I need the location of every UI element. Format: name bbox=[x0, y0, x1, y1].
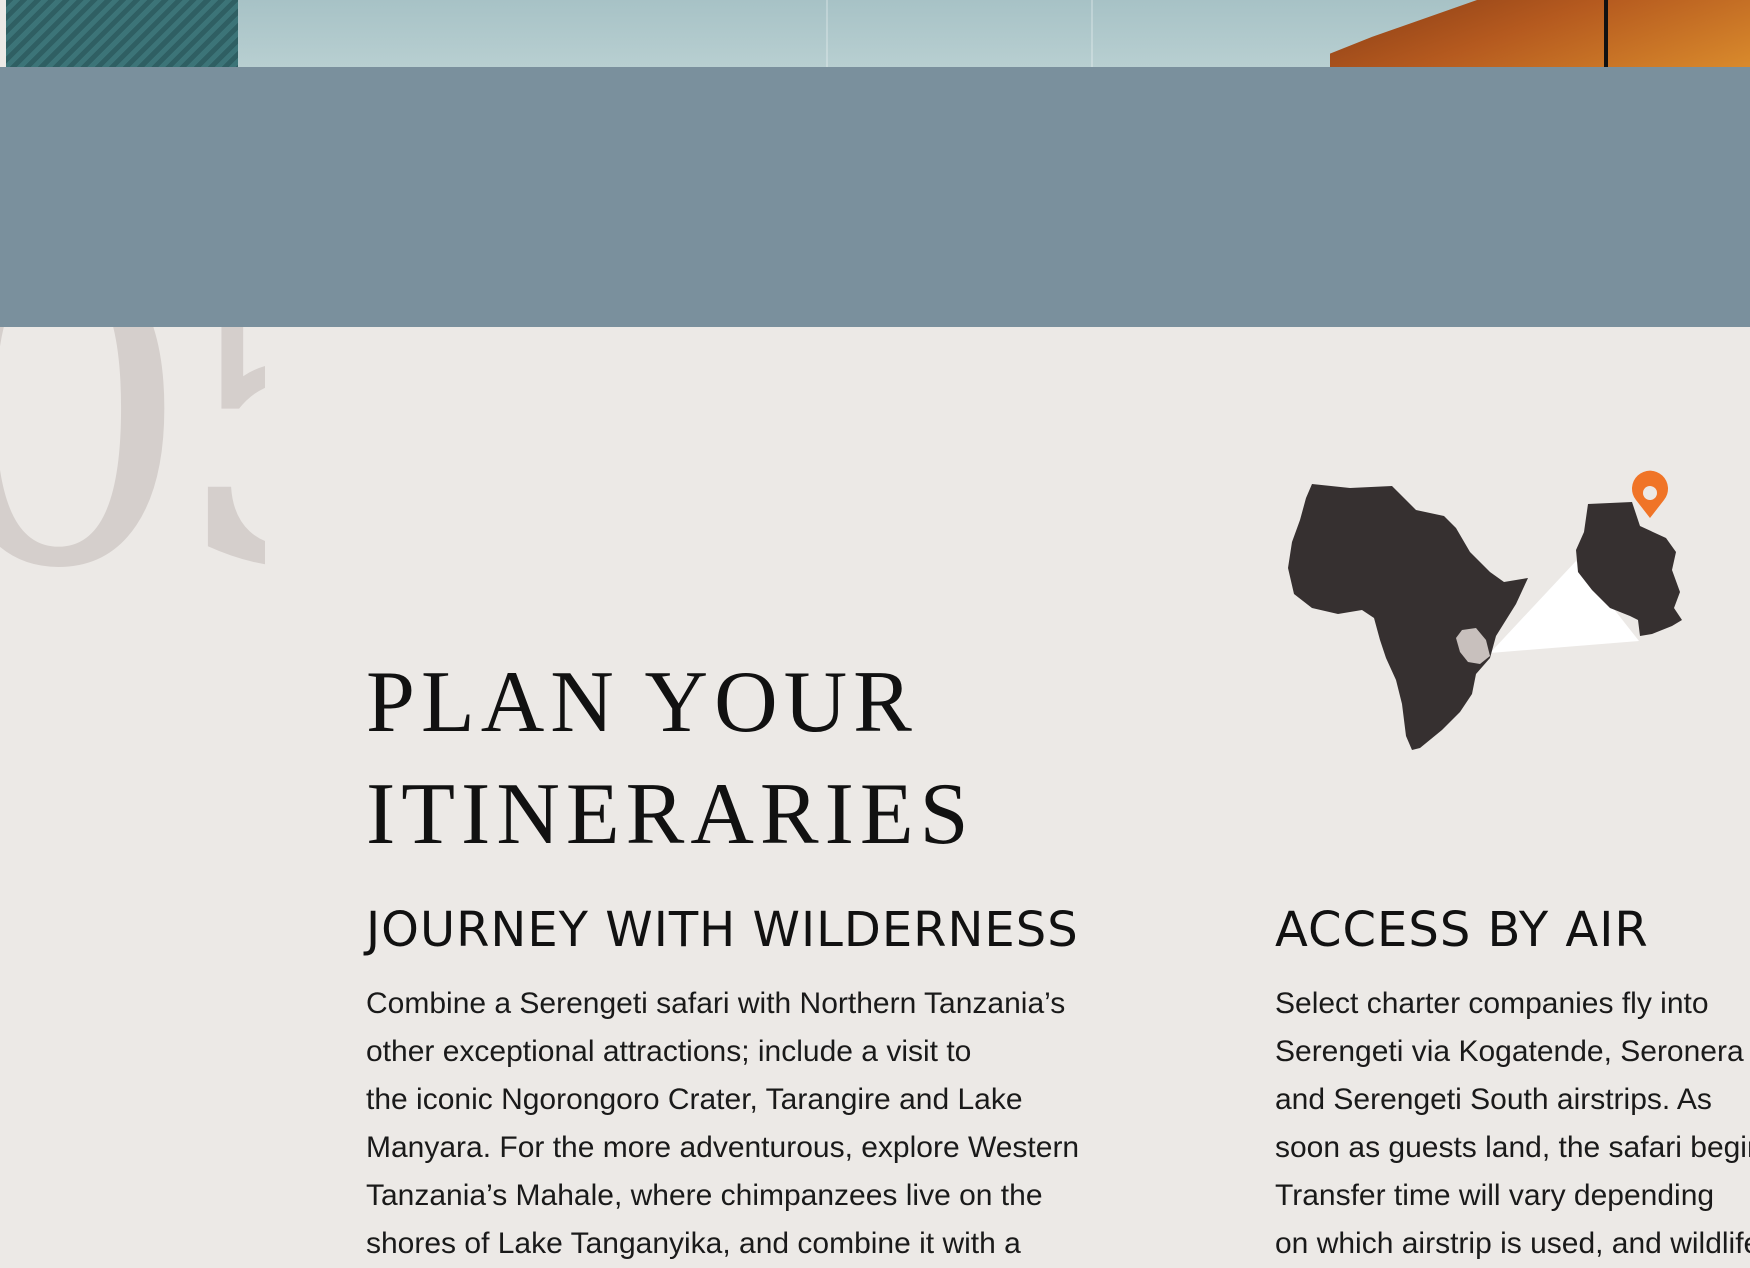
title-line-2: ITINERARIES bbox=[366, 766, 975, 863]
hero-image bbox=[6, 0, 1750, 67]
paragraph-line: Tanzania’s Mahale, where chimpanzees liv… bbox=[366, 1179, 1043, 1212]
africa-map-icon bbox=[1288, 484, 1528, 750]
nightstand bbox=[1330, 0, 1750, 67]
blanket bbox=[6, 0, 238, 67]
location-map bbox=[1288, 470, 1682, 750]
sheet-fold bbox=[1091, 0, 1093, 67]
paragraph-line: and Serengeti South airstrips. As bbox=[1275, 1083, 1712, 1116]
lamp-stem bbox=[1604, 0, 1608, 67]
title-line-1: PLAN YOUR bbox=[366, 654, 918, 751]
journey-paragraph: Combine a Serengeti safari with Northern… bbox=[366, 980, 1079, 1268]
paragraph-line: other exceptional attractions; include a… bbox=[366, 1035, 972, 1068]
sheet-fold bbox=[826, 0, 828, 67]
journey-heading: JOURNEY WITH WILDERNESS bbox=[366, 902, 1079, 958]
paragraph-line: Serengeti via Kogatende, Seronera bbox=[1275, 1035, 1744, 1068]
access-paragraph: Select charter companies fly into Sereng… bbox=[1275, 980, 1750, 1268]
paragraph-line: the iconic Ngorongoro Crater, Tarangire … bbox=[366, 1083, 1023, 1116]
page-title: PLAN YOUR ITINERARIES bbox=[366, 647, 975, 871]
paragraph-line: Manyara. For the more adventurous, explo… bbox=[366, 1131, 1080, 1164]
color-band bbox=[0, 67, 1750, 327]
paragraph-line: Select charter companies fly into bbox=[1275, 987, 1709, 1020]
location-pin-icon bbox=[1632, 470, 1668, 518]
paragraph-line: Combine a Serengeti safari with Northern… bbox=[366, 987, 1066, 1020]
access-heading: ACCESS BY AIR bbox=[1275, 902, 1649, 958]
paragraph-line: on which airstrip is used, and wildlife bbox=[1275, 1227, 1750, 1260]
paragraph-line: shores of Lake Tanganyika, and combine i… bbox=[366, 1227, 1021, 1260]
paragraph-line: soon as guests land, the safari begins. bbox=[1275, 1131, 1750, 1164]
paragraph-line: Transfer time will vary depending bbox=[1275, 1179, 1715, 1212]
